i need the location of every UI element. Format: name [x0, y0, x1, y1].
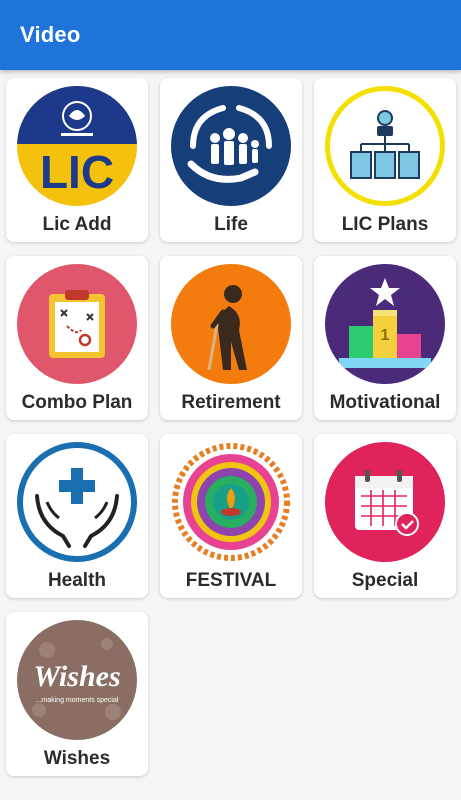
tile-label: LIC Plans [341, 214, 429, 235]
rangoli-icon [171, 442, 291, 562]
wishes-logo-title: Wishes [33, 660, 120, 693]
tile-label: Wishes [43, 748, 111, 769]
category-tile-combo-plan[interactable]: Combo Plan [6, 256, 148, 420]
lic-logo-icon: LIC [17, 86, 137, 206]
family-protection-icon [171, 86, 291, 206]
category-tile-lic-add[interactable]: LIC Lic Add [6, 78, 148, 242]
wishes-badge-icon: Wishes ...making moments special [17, 620, 137, 740]
calendar-check-icon [325, 442, 445, 562]
category-tile-festival[interactable]: FESTIVAL [160, 434, 302, 598]
wishes-logo-tagline: ...making moments special [36, 697, 119, 704]
org-chart-icon [325, 86, 445, 206]
page-title: Video [20, 22, 81, 47]
lic-logo-text: LIC [40, 146, 114, 198]
category-tile-lic-plans[interactable]: LIC Plans [314, 78, 456, 242]
tile-label: FESTIVAL [185, 570, 277, 591]
podium-star-icon: 1 [325, 264, 445, 384]
category-grid: LIC Lic Add Life LIC Plans Combo Plan Re… [0, 70, 461, 800]
app-bar: Video [0, 0, 461, 70]
category-tile-retirement[interactable]: Retirement [160, 256, 302, 420]
category-tile-motivational[interactable]: 1 Motivational [314, 256, 456, 420]
category-tile-special[interactable]: Special [314, 434, 456, 598]
tile-label: Special [351, 570, 419, 591]
tile-label: Life [214, 214, 248, 235]
tile-label: Retirement [181, 392, 281, 413]
tile-label: Lic Add [42, 214, 112, 235]
tile-label: Health [47, 570, 107, 591]
hands-cross-icon [17, 442, 137, 562]
category-tile-wishes[interactable]: Wishes ...making moments special Wishes [6, 612, 148, 776]
tile-label: Motivational [329, 392, 441, 413]
strategy-clipboard-icon [17, 264, 137, 384]
category-tile-health[interactable]: Health [6, 434, 148, 598]
elderly-person-icon [171, 264, 291, 384]
category-tile-life[interactable]: Life [160, 78, 302, 242]
tile-label: Combo Plan [21, 392, 133, 413]
svg-text:1: 1 [381, 327, 390, 344]
